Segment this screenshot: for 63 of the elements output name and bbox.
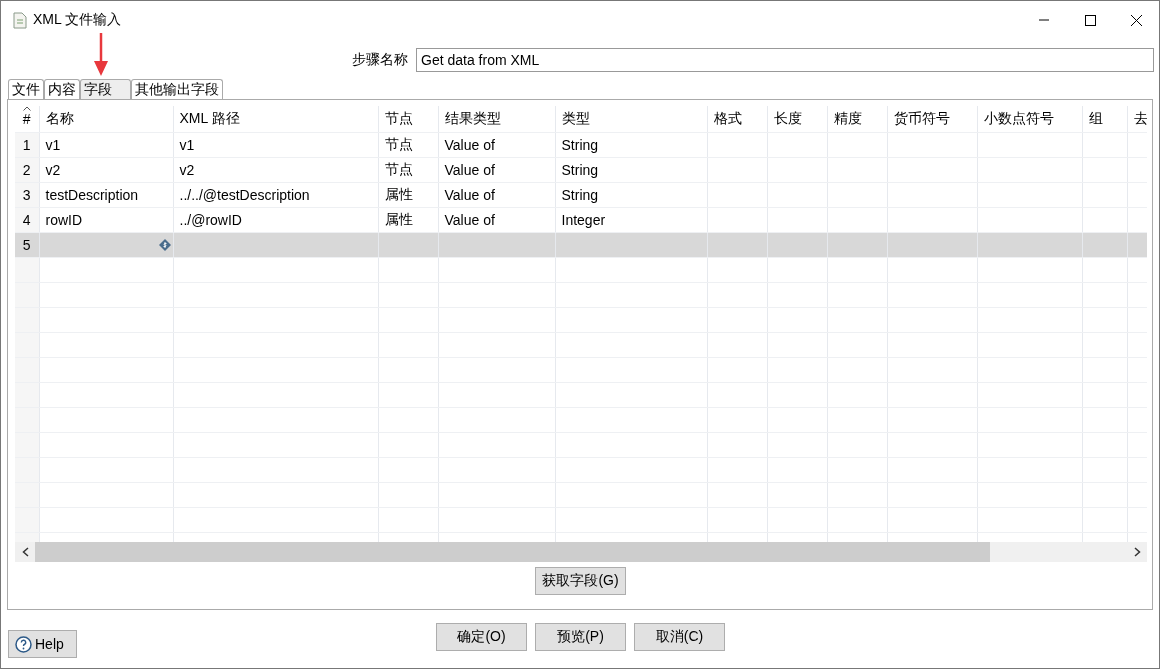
tab[interactable]: 其他输出字段 — [131, 79, 223, 99]
column-header[interactable]: 小数点符号 — [977, 106, 1082, 133]
table-row[interactable]: 3 testDescription ../../@testDescription 属性 Value of String — [15, 182, 1147, 208]
table-row[interactable]: 1 v1 v1 节点 Value of String — [15, 132, 1147, 158]
dialog-button[interactable]: 预览(P) — [535, 623, 626, 651]
row-number: 1 — [15, 132, 39, 158]
close-icon[interactable] — [1129, 13, 1143, 27]
table-cell: ../../@testDescription — [173, 182, 378, 208]
help-button[interactable]: Help — [8, 630, 77, 658]
row-number: 3 — [15, 182, 39, 208]
maximize-icon[interactable] — [1083, 13, 1097, 27]
sort-icon — [23, 106, 31, 111]
table-cell: String — [555, 182, 707, 208]
table-cell: Value of — [438, 182, 555, 208]
tab[interactable]: 字段 — [80, 79, 131, 99]
tab[interactable]: 内容 — [44, 79, 80, 99]
scrollbar-thumb[interactable] — [35, 542, 990, 562]
row-number: 2 — [15, 157, 39, 183]
table-cell: String — [555, 132, 707, 158]
table-cell: Value of — [438, 132, 555, 158]
table-row[interactable]: 2 v2 v2 节点 Value of String — [15, 157, 1147, 183]
step-name-label: 步骤名称 — [352, 50, 408, 69]
column-header[interactable]: 格式 — [707, 106, 767, 133]
table-cell: testDescription — [39, 182, 173, 208]
column-header[interactable]: 名称 — [39, 106, 173, 133]
column-header[interactable]: XML 路径 — [173, 106, 378, 133]
step-name-field[interactable]: Get data from XML — [416, 47, 1154, 72]
table-cell: 属性 — [378, 207, 438, 233]
horizontal-scrollbar[interactable] — [15, 542, 1147, 562]
table-cell: v1 — [173, 132, 378, 158]
table-cell: 属性 — [378, 182, 438, 208]
table-cell: ../@rowID — [173, 207, 378, 233]
table-cell: v2 — [39, 157, 173, 183]
row-number: 4 — [15, 207, 39, 233]
help-icon — [15, 635, 32, 653]
table-cell: rowID — [39, 207, 173, 233]
row-number: 5 — [15, 232, 39, 258]
column-header[interactable]: 组 — [1082, 106, 1127, 133]
column-header[interactable]: 货币符号 — [887, 106, 977, 133]
table-cell: 节点 — [378, 132, 438, 158]
document-icon — [13, 11, 27, 29]
tab[interactable]: 文件 — [8, 79, 44, 99]
column-header[interactable]: 去 — [1127, 106, 1147, 133]
table-cell: v2 — [173, 157, 378, 183]
table-cell: String — [555, 157, 707, 183]
get-fields-button[interactable]: 获取字段(G) — [535, 567, 626, 595]
table-row[interactable]: 4 rowID ../@rowID 属性 Value of Integer — [15, 207, 1147, 233]
dialog-button[interactable]: 取消(C) — [634, 623, 725, 651]
column-header[interactable]: 结果类型 — [438, 106, 555, 133]
table-cell: 节点 — [378, 157, 438, 183]
window-title: XML 文件输入 — [33, 11, 123, 29]
table-cell: Integer — [555, 207, 707, 233]
column-header[interactable]: 长度 — [767, 106, 827, 133]
column-header[interactable]: 精度 — [827, 106, 887, 133]
dialog-button[interactable]: 确定(O) — [436, 623, 527, 651]
column-header[interactable]: 节点 — [378, 106, 438, 133]
table-cell: v1 — [39, 132, 173, 158]
annotation-arrow — [93, 33, 109, 77]
column-header[interactable]: 类型 — [555, 106, 707, 133]
table-row[interactable]: 5 — [15, 232, 1147, 258]
column-header[interactable]: # — [15, 106, 39, 133]
table-cell: Value of — [438, 157, 555, 183]
table-cell: Value of — [438, 207, 555, 233]
